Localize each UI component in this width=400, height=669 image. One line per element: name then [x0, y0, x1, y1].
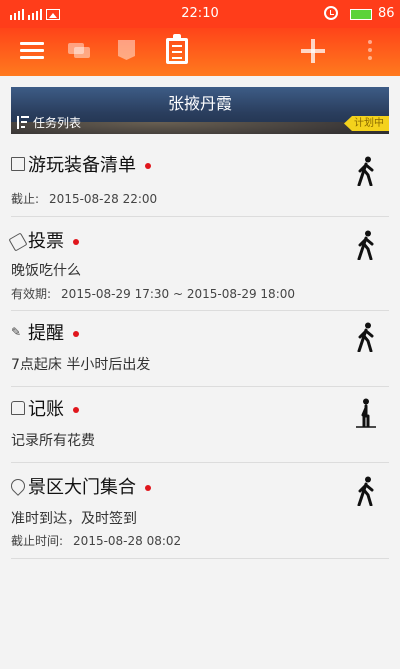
- walking-icon[interactable]: [355, 322, 377, 352]
- deadline-value: 2015-08-28 22:00: [49, 192, 158, 206]
- plus-icon[interactable]: [301, 39, 325, 63]
- task-title: 投票: [28, 231, 64, 252]
- task-deadline: 截止时间: 2015-08-28 08:02: [11, 532, 191, 549]
- alarm-icon: [324, 6, 338, 20]
- task-header: 记账: [11, 396, 79, 420]
- walking-icon[interactable]: [355, 476, 377, 506]
- status-time: 22:10: [181, 6, 219, 21]
- task-validity: 有效期: 2015-08-29 17:30 ~ 2015-08-29 18:00: [11, 285, 305, 302]
- task-list-label: 任务列表: [17, 114, 81, 131]
- list-item[interactable]: ✎ 提醒 7点起床 半小时后出发: [11, 320, 389, 387]
- unread-dot: [145, 163, 151, 169]
- clipboard-icon: [11, 157, 25, 171]
- task-description: 准时到达，及时签到: [11, 511, 137, 527]
- menu-icon[interactable]: [20, 38, 44, 66]
- unread-dot: [73, 407, 79, 413]
- deadline-label: 截止:: [11, 192, 40, 206]
- task-title: 景区大门集合: [28, 477, 136, 498]
- status-bar: 22:10 86: [0, 0, 400, 28]
- tag-icon: [8, 231, 28, 252]
- task-title: 游玩装备清单: [28, 155, 136, 176]
- trip-title: 张掖丹霞: [167, 94, 232, 113]
- status-badge: 计划中: [344, 116, 389, 131]
- validity-value: 2015-08-29 17:30 ~ 2015-08-29 18:00: [61, 287, 295, 301]
- task-description: 记录所有花费: [11, 433, 95, 449]
- task-deadline: 截止: 2015-08-28 22:00: [11, 190, 167, 207]
- task-header: 游玩装备清单: [11, 152, 151, 176]
- location-pin-icon: [8, 476, 28, 496]
- horn-icon: ✎: [11, 325, 22, 339]
- battery-icon: [350, 9, 372, 20]
- task-header: 投票: [8, 228, 79, 252]
- walking-icon[interactable]: [355, 230, 377, 260]
- clipboard-icon[interactable]: [166, 34, 188, 64]
- unread-dot: [145, 485, 151, 491]
- task-list-text: 任务列表: [33, 116, 82, 130]
- task-description: 7点起床 半小时后出发: [11, 357, 151, 373]
- unread-dot: [73, 239, 79, 245]
- task-title: 记账: [28, 399, 64, 420]
- list-item[interactable]: 游玩装备清单 截止: 2015-08-28 22:00: [11, 152, 389, 217]
- unread-dot: [73, 331, 79, 337]
- list-item[interactable]: 记账 记录所有花费: [11, 396, 389, 463]
- deadline-label: 截止时间:: [11, 534, 64, 548]
- chat-icon[interactable]: [68, 41, 90, 59]
- more-icon[interactable]: [368, 40, 373, 68]
- task-description: 晚饭吃什么: [11, 263, 81, 279]
- deadline-value: 2015-08-28 08:02: [73, 534, 182, 548]
- trip-banner[interactable]: 张掖丹霞 任务列表 计划中: [11, 87, 389, 134]
- walking-icon[interactable]: [355, 156, 377, 186]
- validity-label: 有效期:: [11, 287, 52, 301]
- list-icon: [17, 116, 29, 129]
- list-item[interactable]: 投票 晚饭吃什么 有效期: 2015-08-29 17:30 ~ 2015-08-…: [8, 228, 389, 311]
- task-header: 景区大门集合: [8, 474, 151, 498]
- standing-icon[interactable]: [355, 398, 377, 428]
- task-header: ✎ 提醒: [11, 320, 79, 344]
- battery-level: 86: [378, 6, 395, 21]
- list-item[interactable]: 景区大门集合 准时到达，及时签到 截止时间: 2015-08-28 08:02: [8, 474, 389, 559]
- badge-icon[interactable]: [118, 40, 135, 60]
- task-title: 提醒: [28, 323, 64, 344]
- toolbar: [0, 28, 400, 76]
- bag-icon: [11, 401, 25, 415]
